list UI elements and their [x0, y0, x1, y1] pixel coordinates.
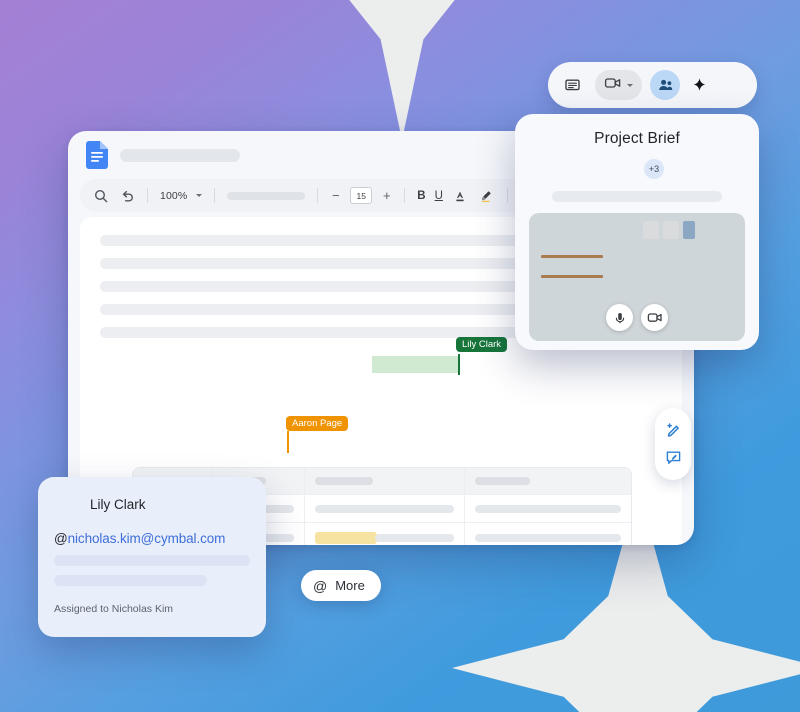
kitchen-window — [683, 221, 695, 239]
magic-pen-icon[interactable] — [664, 422, 682, 440]
background-sparkle-top — [268, 0, 536, 140]
comment-assigned-label: Assigned to Nicholas Kim — [54, 603, 174, 615]
more-button-label: More — [335, 578, 365, 593]
collaborator-tag-lily-clark: Lily Clark — [456, 337, 508, 352]
video-tile[interactable] — [529, 213, 745, 341]
text-color-icon[interactable] — [452, 187, 469, 204]
lily-clark-caret — [458, 354, 460, 375]
project-brief-participants: +3 — [529, 157, 745, 181]
toolbar-divider — [147, 188, 148, 203]
comment-card: Lily Clark @nicholas.kim@cymbal.com Assi… — [38, 477, 266, 637]
google-docs-icon — [86, 141, 108, 169]
table-cell — [465, 495, 631, 522]
document-title-placeholder[interactable] — [120, 148, 240, 162]
chat-icon[interactable] — [557, 70, 587, 100]
video-call-toolbar — [548, 62, 757, 108]
table-header-cell — [465, 468, 631, 494]
avatar[interactable] — [718, 70, 748, 100]
cell-highlight — [315, 532, 377, 544]
chevron-down-icon — [627, 83, 633, 87]
toolbar-divider — [506, 188, 508, 203]
project-brief-card: Project Brief +3 — [515, 114, 759, 350]
increase-font-size-button[interactable]: + — [381, 189, 392, 202]
undo-icon[interactable] — [118, 187, 135, 204]
avatar[interactable] — [54, 491, 80, 517]
document-side-rail — [655, 408, 691, 480]
camera-dropdown-button[interactable] — [595, 70, 642, 100]
mention-email[interactable]: nicholas.kim@cymbal.com — [68, 531, 226, 546]
kitchen-cabinet — [643, 221, 659, 239]
kitchen-cabinet — [663, 221, 679, 239]
font-family-placeholder[interactable] — [227, 191, 306, 200]
at-symbol: @ — [54, 531, 68, 546]
search-icon[interactable] — [92, 187, 109, 204]
bold-button[interactable]: B — [417, 190, 425, 202]
project-brief-subtitle-placeholder — [552, 191, 722, 202]
decrease-font-size-button[interactable]: − — [330, 189, 341, 202]
microphone-icon[interactable] — [606, 304, 633, 331]
sparkle-icon[interactable] — [688, 74, 710, 96]
comment-mention: @nicholas.kim@cymbal.com — [54, 531, 250, 546]
toolbar-divider — [404, 188, 406, 203]
comment-author-name: Lily Clark — [90, 496, 146, 512]
toolbar-divider — [214, 188, 216, 203]
table-cell — [465, 523, 631, 545]
table-header-cell — [305, 468, 465, 494]
video-camera-icon[interactable] — [641, 304, 668, 331]
highlighter-icon[interactable] — [478, 187, 495, 204]
toolbar-divider — [317, 188, 319, 203]
aaron-page-caret — [287, 431, 289, 453]
project-brief-title: Project Brief — [594, 130, 680, 147]
underline-button[interactable]: U — [435, 190, 443, 202]
chevron-down-icon[interactable] — [196, 194, 203, 197]
participants-overflow-badge[interactable]: +3 — [642, 157, 666, 181]
table-cell — [305, 495, 465, 522]
kitchen-shelf — [541, 255, 603, 258]
comment-author-row: Lily Clark — [54, 491, 250, 517]
comment-edit-icon[interactable] — [664, 449, 682, 467]
font-size-input[interactable]: 15 — [350, 187, 373, 204]
more-button[interactable]: @ More — [301, 570, 381, 601]
background-canvas: 100% − 15 + B U Lily Clark Aaron Page Pr… — [0, 0, 800, 712]
comment-text-placeholder — [54, 575, 207, 586]
people-icon[interactable] — [650, 70, 680, 100]
lily-clark-selection-highlight — [372, 356, 458, 373]
comment-text-placeholder — [54, 555, 250, 566]
zoom-level-label[interactable]: 100% — [160, 190, 187, 202]
kitchen-shelf — [541, 275, 603, 278]
at-symbol-icon: @ — [313, 577, 328, 594]
video-camera-icon — [604, 76, 622, 95]
video-controls — [529, 304, 745, 331]
table-cell-highlighted — [305, 523, 465, 545]
collaborator-tag-aaron-page: Aaron Page — [286, 416, 349, 431]
